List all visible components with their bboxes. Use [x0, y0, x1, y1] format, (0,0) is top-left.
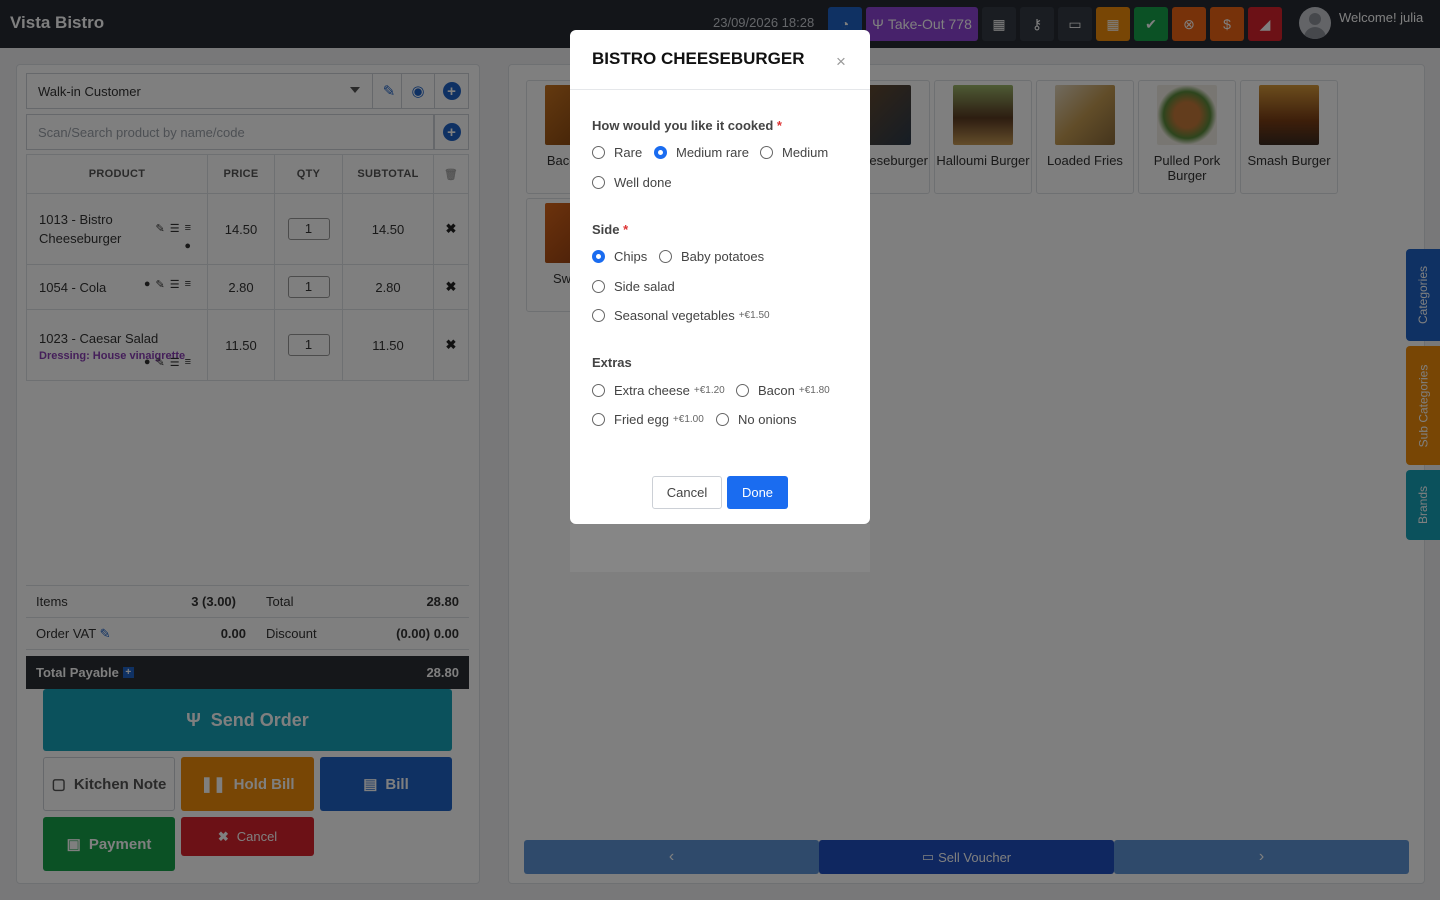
radio-icon[interactable] [592, 413, 605, 426]
radio-icon[interactable] [659, 250, 672, 263]
product-options-modal: BISTRO CHEESEBURGER × How would you like… [570, 30, 870, 524]
radio-icon[interactable] [592, 280, 605, 293]
option-seasonal-vegetables[interactable]: Seasonal vegetables +€1.50 [592, 308, 770, 323]
radio-icon[interactable] [716, 413, 729, 426]
option-baby-potatoes[interactable]: Baby potatoes [659, 249, 764, 264]
radio-icon[interactable] [760, 146, 773, 159]
radio-icon[interactable] [592, 146, 605, 159]
modal-title: BISTRO CHEESEBURGER [592, 49, 805, 68]
option-side-salad[interactable]: Side salad [592, 279, 675, 294]
radio-icon[interactable] [592, 176, 605, 189]
radio-icon[interactable] [592, 384, 605, 397]
option-no-onions[interactable]: No onions [716, 412, 797, 427]
modal-shadow [570, 524, 870, 572]
divider [570, 89, 870, 90]
option-bacon[interactable]: Bacon +€1.80 [736, 383, 830, 398]
cooked-section-title: How would you like it cooked * [592, 118, 782, 133]
cancel-button[interactable]: Cancel [652, 476, 722, 509]
radio-checked-icon[interactable] [654, 146, 667, 159]
radio-checked-icon[interactable] [592, 250, 605, 263]
option-extra-cheese[interactable]: Extra cheese +€1.20 [592, 383, 725, 398]
option-chips[interactable]: Chips [592, 249, 647, 264]
option-medium[interactable]: Medium [760, 145, 828, 160]
option-well-done[interactable]: Well done [592, 175, 672, 190]
radio-icon[interactable] [736, 384, 749, 397]
option-rare[interactable]: Rare [592, 145, 642, 160]
option-fried-egg[interactable]: Fried egg +€1.00 [592, 412, 704, 427]
option-medium-rare[interactable]: Medium rare [654, 145, 749, 160]
close-icon[interactable]: × [836, 52, 846, 72]
extras-section-title: Extras [592, 355, 632, 370]
radio-icon[interactable] [592, 309, 605, 322]
side-section-title: Side * [592, 222, 629, 237]
done-button[interactable]: Done [727, 476, 788, 509]
